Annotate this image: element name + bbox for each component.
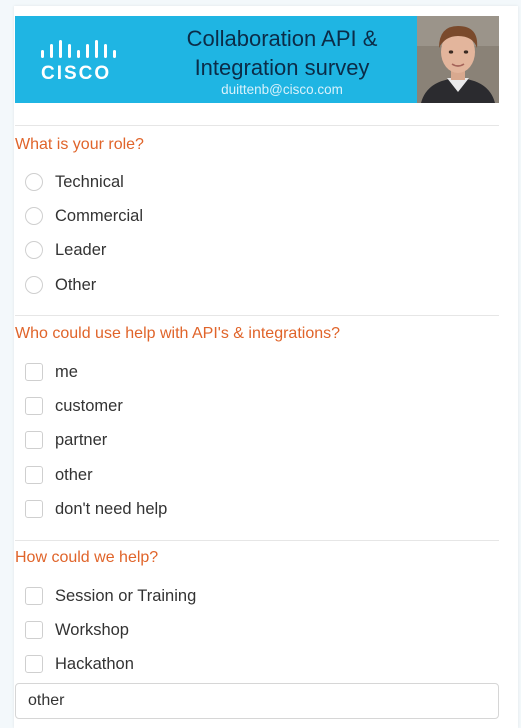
help-who-question: Who could use help with API's & integrat… — [15, 325, 341, 342]
role-option-other[interactable]: Other — [25, 273, 96, 297]
radio-button[interactable] — [25, 241, 43, 259]
option-label: Session or Training — [55, 586, 197, 605]
checkbox[interactable] — [25, 621, 43, 639]
option-label: me — [55, 362, 78, 381]
divider — [15, 125, 499, 126]
checkbox[interactable] — [25, 363, 43, 381]
option-label: Other — [55, 275, 97, 294]
option-label: Workshop — [55, 620, 129, 639]
option-label: Commercial — [55, 206, 144, 225]
divider — [15, 540, 499, 541]
role-question: What is your role? — [15, 136, 144, 153]
help-who-option-partner[interactable]: partner — [25, 428, 107, 452]
divider — [15, 315, 499, 316]
option-label: partner — [55, 430, 108, 449]
help-how-question: How could we help? — [15, 549, 159, 566]
checkbox[interactable] — [25, 397, 43, 415]
option-label: customer — [55, 396, 123, 415]
radio-button[interactable] — [25, 207, 43, 225]
radio-button[interactable] — [25, 276, 43, 294]
help-how-option-hackathon[interactable]: Hackathon — [25, 652, 134, 676]
cisco-bars-icon — [41, 40, 116, 58]
option-label: Technical — [55, 172, 124, 191]
checkbox[interactable] — [25, 466, 43, 484]
survey-title: Collaboration API & Integration survey — [133, 24, 431, 82]
option-label: Hackathon — [55, 654, 134, 673]
help-who-option-customer[interactable]: customer — [25, 394, 123, 418]
role-option-leader[interactable]: Leader — [25, 238, 106, 262]
radio-button[interactable] — [25, 173, 43, 191]
help-who-option-other[interactable]: other — [25, 463, 93, 487]
role-option-technical[interactable]: Technical — [25, 170, 124, 194]
option-label: Leader — [55, 240, 107, 259]
checkbox[interactable] — [25, 431, 43, 449]
role-option-commercial[interactable]: Commercial — [25, 204, 143, 228]
help-who-option-no-help[interactable]: don't need help — [25, 497, 167, 521]
title-line-1: Collaboration API & — [186, 26, 378, 51]
help-how-other-input[interactable] — [15, 683, 499, 719]
author-email: duittenb@cisco.com — [221, 82, 343, 97]
cisco-logo: CISCO — [35, 38, 125, 84]
option-label: other — [55, 465, 93, 484]
option-label: don't need help — [55, 499, 168, 518]
person-photo-icon — [417, 16, 499, 103]
help-how-option-workshop[interactable]: Workshop — [25, 618, 129, 642]
cisco-wordmark: CISCO — [41, 63, 112, 84]
help-who-option-me[interactable]: me — [25, 360, 78, 384]
author-avatar — [417, 16, 499, 103]
checkbox[interactable] — [25, 655, 43, 673]
checkbox[interactable] — [25, 500, 43, 518]
help-how-option-session[interactable]: Session or Training — [25, 584, 196, 608]
survey-header: CISCO Collaboration API & Integration su… — [15, 16, 499, 103]
checkbox[interactable] — [25, 587, 43, 605]
title-line-2: Integration survey — [194, 55, 370, 80]
